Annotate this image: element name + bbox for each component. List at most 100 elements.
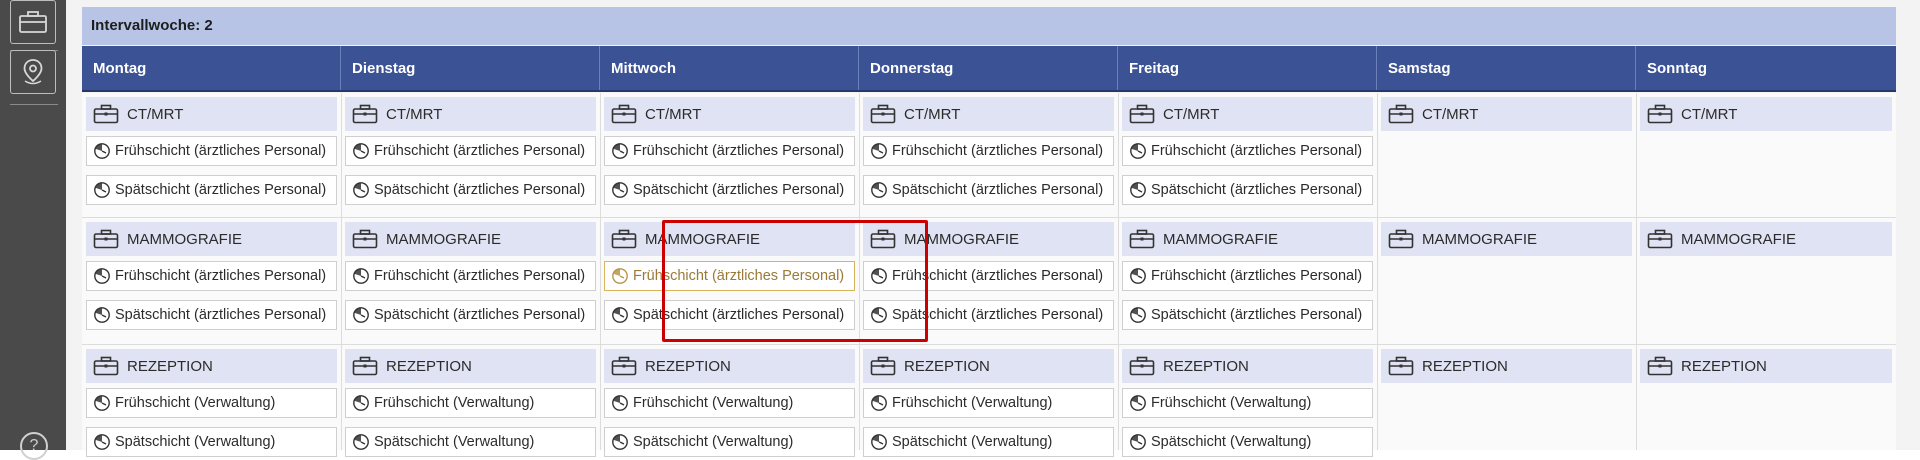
shift-label: Spätschicht (Verwaltung): [1151, 434, 1312, 450]
clock-icon: [1130, 395, 1146, 411]
clock-icon: [353, 268, 369, 284]
shift-label: Frühschicht (Verwaltung): [633, 395, 794, 411]
shift-label: Spätschicht (Verwaltung): [374, 434, 535, 450]
shift-button[interactable]: Spätschicht (Verwaltung): [86, 427, 337, 457]
shift-button[interactable]: Frühschicht (ärztliches Personal): [604, 261, 855, 291]
shift-button[interactable]: Frühschicht (Verwaltung): [86, 388, 337, 418]
shift-button[interactable]: Spätschicht (Verwaltung): [863, 427, 1114, 457]
clock-icon: [612, 182, 628, 198]
category-header[interactable]: MAMMOGRAFIE: [863, 222, 1114, 256]
shift-button[interactable]: Frühschicht (ärztliches Personal): [86, 136, 337, 166]
schedule-main: Intervallwoche: 2 Montag Dienstag Mittwoch…: [66, 0, 1920, 457]
category-label: MAMMOGRAFIE: [904, 230, 1019, 248]
shift-button[interactable]: Spätschicht (ärztliches Personal): [604, 175, 855, 205]
briefcase-icon: [1388, 229, 1414, 249]
shift-button[interactable]: Spätschicht (ärztliches Personal): [604, 300, 855, 330]
shift-label: Frühschicht (ärztliches Personal): [633, 268, 845, 284]
sidebar-briefcase-button[interactable]: [10, 0, 56, 44]
shift-label: Frühschicht (ärztliches Personal): [115, 143, 327, 159]
shift-button[interactable]: Frühschicht (ärztliches Personal): [345, 136, 596, 166]
map-pin-icon: [23, 59, 43, 85]
category-header[interactable]: CT/MRT: [604, 97, 855, 131]
category-header[interactable]: REZEPTION: [86, 349, 337, 383]
shift-label: Frühschicht (ärztliches Personal): [374, 143, 586, 159]
shift-label: Frühschicht (ärztliches Personal): [1151, 143, 1363, 159]
category-header[interactable]: MAMMOGRAFIE: [345, 222, 596, 256]
shift-button[interactable]: Frühschicht (ärztliches Personal): [863, 136, 1114, 166]
clock-icon: [94, 395, 110, 411]
shift-button[interactable]: Frühschicht (ärztliches Personal): [863, 261, 1114, 291]
shift-button[interactable]: Spätschicht (ärztliches Personal): [1122, 300, 1373, 330]
shift-label: Spätschicht (ärztliches Personal): [1151, 307, 1363, 323]
shift-button[interactable]: Spätschicht (ärztliches Personal): [345, 300, 596, 330]
category-header[interactable]: CT/MRT: [1122, 97, 1373, 131]
category-header[interactable]: CT/MRT: [86, 97, 337, 131]
category-label: REZEPTION: [1163, 357, 1249, 375]
shift-label: Spätschicht (ärztliches Personal): [633, 307, 845, 323]
category-label: MAMMOGRAFIE: [645, 230, 760, 248]
shift-button[interactable]: Frühschicht (Verwaltung): [863, 388, 1114, 418]
clock-icon: [94, 307, 110, 323]
sidebar-location-button[interactable]: [10, 50, 56, 94]
category-header[interactable]: REZEPTION: [1381, 349, 1632, 383]
category-label: CT/MRT: [645, 105, 702, 123]
category-label: REZEPTION: [127, 357, 213, 375]
help-icon[interactable]: ?: [20, 432, 48, 460]
shift-label: Spätschicht (Verwaltung): [892, 434, 1053, 450]
shift-button[interactable]: Frühschicht (ärztliches Personal): [86, 261, 337, 291]
shift-button[interactable]: Spätschicht (Verwaltung): [345, 427, 596, 457]
clock-icon: [871, 143, 887, 159]
clock-icon: [1130, 307, 1146, 323]
category-header[interactable]: CT/MRT: [1640, 97, 1892, 131]
category-header[interactable]: CT/MRT: [345, 97, 596, 131]
shift-label: Spätschicht (ärztliches Personal): [115, 182, 327, 198]
category-header[interactable]: MAMMOGRAFIE: [1122, 222, 1373, 256]
shift-button[interactable]: Spätschicht (ärztliches Personal): [345, 175, 596, 205]
shift-button[interactable]: Frühschicht (ärztliches Personal): [1122, 136, 1373, 166]
day-header-5: Samstag: [1377, 46, 1636, 90]
shift-button[interactable]: Spätschicht (Verwaltung): [1122, 427, 1373, 457]
shift-label: Spätschicht (ärztliches Personal): [892, 182, 1104, 198]
clock-icon: [871, 434, 887, 450]
clock-icon: [612, 395, 628, 411]
category-header[interactable]: CT/MRT: [1381, 97, 1632, 131]
shift-button[interactable]: Frühschicht (Verwaltung): [345, 388, 596, 418]
shift-label: Spätschicht (ärztliches Personal): [374, 182, 586, 198]
briefcase-icon: [870, 104, 896, 124]
category-header[interactable]: REZEPTION: [345, 349, 596, 383]
shift-button[interactable]: Spätschicht (ärztliches Personal): [86, 175, 337, 205]
category-header[interactable]: MAMMOGRAFIE: [1381, 222, 1632, 256]
category-label: MAMMOGRAFIE: [1422, 230, 1537, 248]
category-header[interactable]: REZEPTION: [1640, 349, 1892, 383]
shift-label: Frühschicht (ärztliches Personal): [374, 268, 586, 284]
shift-button[interactable]: Spätschicht (ärztliches Personal): [863, 175, 1114, 205]
category-label: CT/MRT: [1422, 105, 1479, 123]
shift-button[interactable]: Frühschicht (Verwaltung): [1122, 388, 1373, 418]
briefcase-icon: [1129, 229, 1155, 249]
shift-button[interactable]: Frühschicht (ärztliches Personal): [345, 261, 596, 291]
category-header[interactable]: MAMMOGRAFIE: [1640, 222, 1892, 256]
briefcase-icon: [1647, 104, 1673, 124]
category-header[interactable]: REZEPTION: [863, 349, 1114, 383]
shift-button[interactable]: Spätschicht (ärztliches Personal): [86, 300, 337, 330]
shift-button[interactable]: Frühschicht (Verwaltung): [604, 388, 855, 418]
category-label: REZEPTION: [1422, 357, 1508, 375]
briefcase-icon: [611, 229, 637, 249]
category-header[interactable]: MAMMOGRAFIE: [604, 222, 855, 256]
category-header[interactable]: CT/MRT: [863, 97, 1114, 131]
shift-button[interactable]: Spätschicht (ärztliches Personal): [1122, 175, 1373, 205]
shift-button[interactable]: Frühschicht (ärztliches Personal): [1122, 261, 1373, 291]
category-label: MAMMOGRAFIE: [1681, 230, 1796, 248]
category-header[interactable]: MAMMOGRAFIE: [86, 222, 337, 256]
category-label: CT/MRT: [127, 105, 184, 123]
category-header[interactable]: REZEPTION: [1122, 349, 1373, 383]
category-label: MAMMOGRAFIE: [127, 230, 242, 248]
shift-button[interactable]: Frühschicht (ärztliches Personal): [604, 136, 855, 166]
briefcase-icon: [611, 356, 637, 376]
clock-icon: [94, 182, 110, 198]
category-header[interactable]: REZEPTION: [604, 349, 855, 383]
shift-label: Spätschicht (ärztliches Personal): [633, 182, 845, 198]
shift-button[interactable]: Spätschicht (Verwaltung): [604, 427, 855, 457]
shift-label: Frühschicht (ärztliches Personal): [892, 143, 1104, 159]
shift-button[interactable]: Spätschicht (ärztliches Personal): [863, 300, 1114, 330]
